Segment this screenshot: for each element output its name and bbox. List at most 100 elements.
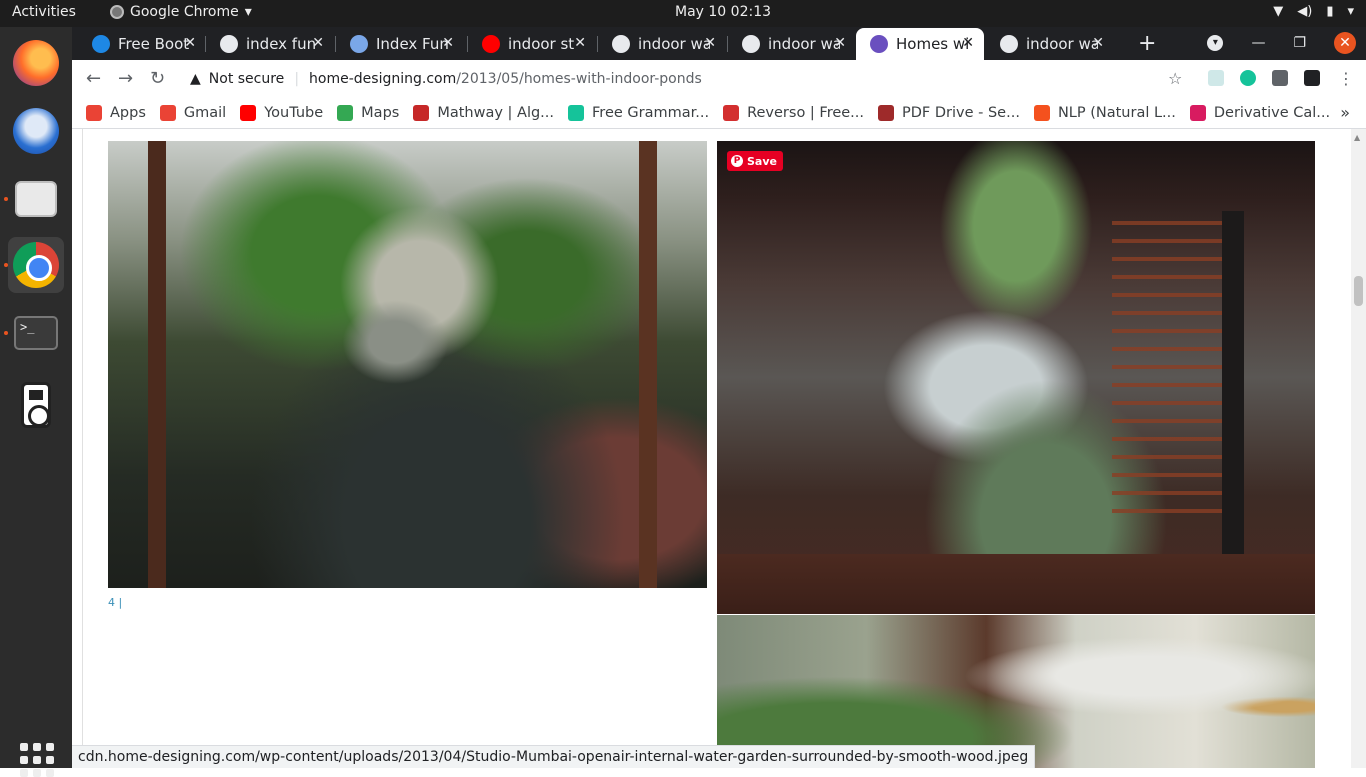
bookmark-label: NLP (Natural L... (1057, 105, 1176, 121)
bookmark-star-icon[interactable]: ☆ (1168, 69, 1182, 88)
more-bookmarks-icon[interactable]: » (1340, 103, 1350, 122)
page-content: 4 | P Save ▲ (72, 129, 1366, 768)
dock-chrome[interactable] (4, 237, 64, 293)
extension-icon[interactable] (1208, 70, 1224, 86)
divider (82, 129, 83, 768)
tab-favicon-icon (482, 35, 500, 53)
tab-close-icon[interactable]: ✕ (834, 35, 846, 51)
window-controls: ▾ — ❐ ✕ (1207, 32, 1356, 54)
back-button[interactable]: ← (86, 68, 101, 89)
wood-frame (639, 141, 657, 588)
bookmark-favicon-icon (1033, 105, 1050, 121)
puzzle-extensions-icon[interactable] (1272, 70, 1288, 86)
tab[interactable]: indoor st ✕ (468, 28, 596, 60)
bookmark-item[interactable]: Apps (86, 105, 146, 121)
tab[interactable]: indoor wa ✕ (728, 28, 856, 60)
bookmark-favicon-icon (413, 105, 430, 121)
tab-close-icon[interactable]: ✕ (1092, 35, 1104, 51)
tab-favicon-icon (870, 35, 888, 53)
tab-close-icon[interactable]: ✕ (442, 35, 454, 51)
bookmark-item[interactable]: YouTube (240, 105, 323, 121)
forward-button[interactable]: → (118, 68, 133, 89)
security-label[interactable]: Not secure (209, 71, 285, 87)
app-menu[interactable]: Google Chrome ▾ (110, 4, 252, 20)
bookmark-item[interactable]: Gmail (159, 105, 226, 121)
dock-thunderbird[interactable] (8, 103, 64, 159)
grammarly-icon[interactable] (1240, 70, 1256, 86)
bookmark-item[interactable]: Mathway | Alg... (413, 105, 554, 121)
media-player-icon (21, 382, 51, 428)
tab-close-icon[interactable]: ✕ (962, 35, 974, 51)
pinterest-save-button[interactable]: P Save (727, 151, 783, 171)
bookmark-favicon-icon (337, 105, 354, 121)
tab-title: indoor wa (638, 35, 710, 53)
address-bar[interactable]: ▲ Not secure | home-designing.com/2013/0… (180, 63, 1196, 95)
tab-close-icon[interactable]: ✕ (312, 35, 324, 51)
system-tray[interactable]: ▼ ◀) ▮ ▾ (1273, 4, 1354, 19)
browser-window: Free Boot ✕ index fun ✕ Index Fun ✕ indoor st ✕… (72, 27, 1366, 768)
tab-close-icon[interactable]: ✕ (704, 35, 716, 51)
close-window-button[interactable]: ✕ (1334, 32, 1356, 54)
bookmark-favicon-icon (159, 105, 176, 121)
tab[interactable]: indoor wa ✕ (986, 28, 1114, 60)
warning-icon[interactable]: ▲ (190, 71, 201, 87)
tab-close-icon[interactable]: ✕ (574, 35, 586, 51)
app-menu-label: Google Chrome (130, 4, 239, 20)
show-applications-icon[interactable] (20, 743, 54, 777)
bookmark-item[interactable]: Derivative Cal... (1189, 105, 1330, 121)
url-path: /2013/05/homes-with-indoor-ponds (456, 71, 702, 87)
divider: | (294, 71, 300, 87)
tab[interactable]: indoor wa ✕ (598, 28, 726, 60)
scrollbar[interactable]: ▲ (1351, 129, 1366, 768)
tab-separator (205, 36, 206, 52)
extension-m-icon[interactable] (1304, 70, 1320, 86)
chrome-icon (13, 242, 59, 288)
indoor-pond-photo[interactable] (108, 141, 707, 588)
tab-title: indoor st (508, 35, 575, 53)
wifi-icon: ▼ (1273, 4, 1284, 19)
running-indicator (4, 197, 8, 201)
dock-media-player[interactable] (8, 377, 64, 433)
tab[interactable]: Homes wi ✕ (856, 28, 984, 60)
staircase (1112, 221, 1222, 521)
image-caption: 4 | (108, 596, 123, 609)
tab-title: index fun (246, 35, 317, 53)
bookmark-favicon-icon (568, 105, 585, 121)
tab-close-icon[interactable]: ✕ (184, 35, 196, 51)
volume-icon: ◀) (1297, 4, 1313, 19)
tab-title: Index Fun (376, 35, 448, 53)
minimize-button[interactable]: — (1251, 35, 1265, 51)
dock-firefox[interactable] (8, 35, 64, 91)
bookmark-item[interactable]: Free Grammar... (568, 105, 709, 121)
battery-icon: ▮ (1326, 4, 1334, 19)
bookmark-label: Maps (361, 105, 400, 121)
dock-files[interactable] (4, 171, 64, 227)
maximize-button[interactable]: ❐ (1293, 35, 1306, 51)
tab-title: Free Boot (118, 35, 190, 53)
tab-separator (597, 36, 598, 52)
scrollbar-thumb[interactable] (1354, 276, 1363, 306)
bookmark-item[interactable]: Reverso | Free... (723, 105, 864, 121)
bookmark-item[interactable]: PDF Drive - Se... (878, 105, 1020, 121)
water-garden-photo[interactable]: P Save (717, 141, 1315, 614)
bookmark-item[interactable]: NLP (Natural L... (1033, 105, 1176, 121)
tab[interactable]: Free Boot ✕ (78, 28, 206, 60)
tab-title: indoor wa (1026, 35, 1098, 53)
tab-search-icon[interactable]: ▾ (1207, 35, 1224, 51)
chevron-down-icon: ▾ (1347, 4, 1354, 19)
activities-button[interactable]: Activities (12, 4, 76, 20)
clock[interactable]: May 10 02:13 (675, 4, 771, 20)
bookmark-label: Free Grammar... (592, 105, 710, 121)
scroll-up-icon[interactable]: ▲ (1354, 133, 1360, 142)
tab[interactable]: Index Fun ✕ (336, 28, 464, 60)
new-tab-button[interactable]: + (1138, 31, 1156, 56)
kebab-menu-icon[interactable]: ⋮ (1338, 69, 1354, 88)
tab[interactable]: index fun ✕ (206, 28, 334, 60)
reload-button[interactable]: ↻ (150, 68, 165, 89)
bookmark-favicon-icon (240, 105, 257, 121)
bookmark-favicon-icon (723, 105, 740, 121)
chevron-down-icon: ▾ (244, 4, 252, 20)
wood-floor (717, 554, 1315, 614)
bookmark-item[interactable]: Maps (337, 105, 399, 121)
dock-terminal[interactable]: >_ (4, 305, 64, 361)
